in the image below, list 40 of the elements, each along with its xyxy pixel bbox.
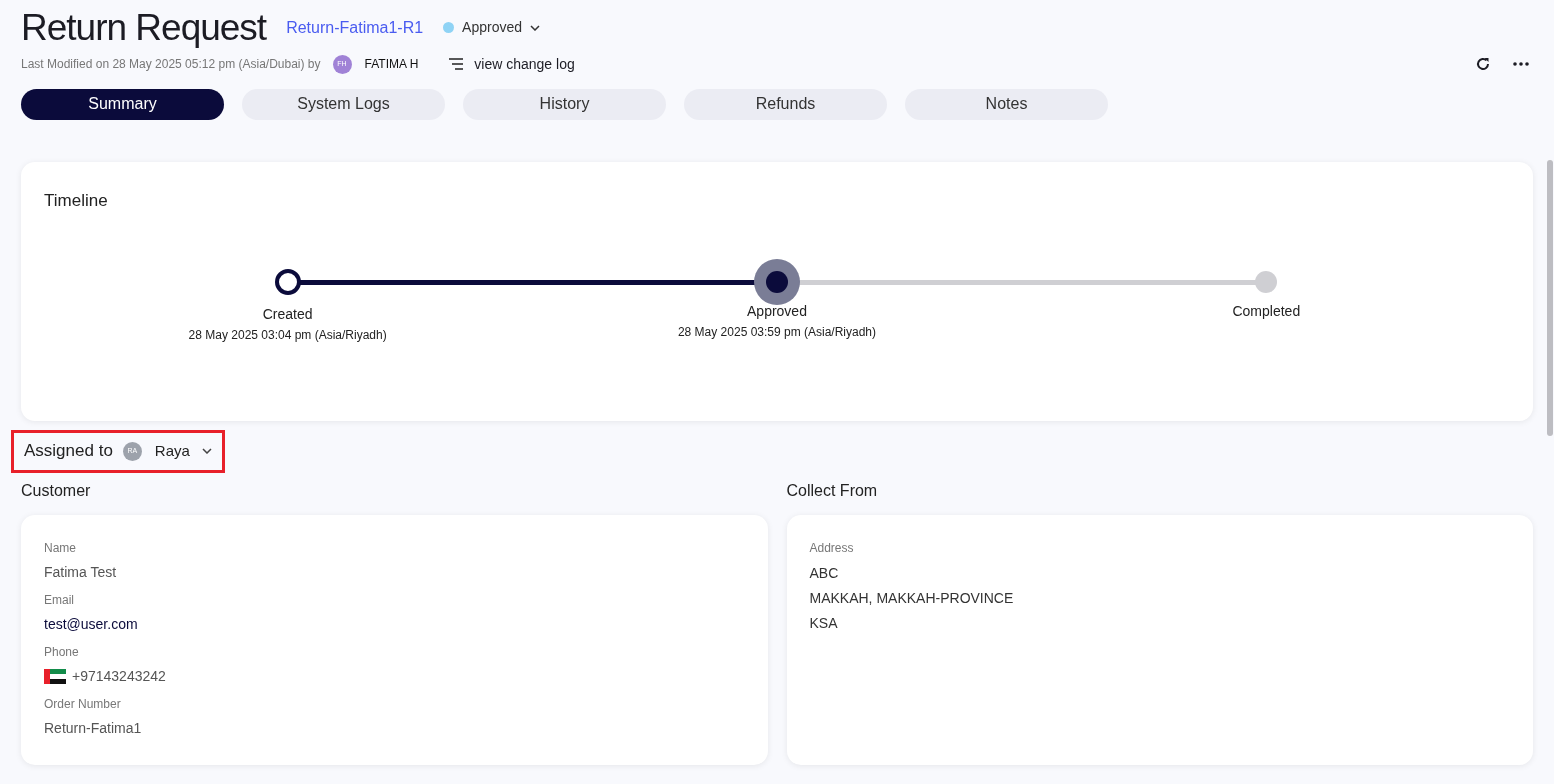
field-label: Order Number	[44, 695, 121, 713]
step-date: 28 May 2025 03:04 pm (Asia/Riyadh)	[188, 327, 387, 344]
list-icon	[448, 58, 465, 70]
user-name: FATIMA H	[364, 56, 419, 73]
change-log-link[interactable]: view change log	[448, 53, 575, 75]
tab[interactable]: Refunds	[684, 88, 887, 120]
section-heading: Collect From	[786, 480, 878, 501]
field-value: Fatima Test	[44, 562, 117, 582]
refresh-icon[interactable]	[1475, 56, 1491, 72]
page-title: Return Request	[21, 6, 267, 50]
more-icon[interactable]	[1513, 62, 1529, 66]
address-line: ABC	[809, 563, 839, 582]
step-label: Created	[262, 305, 313, 324]
field-label: Name	[44, 539, 76, 557]
step-label: Completed	[1232, 302, 1301, 321]
status-dropdown[interactable]: Approved	[443, 17, 541, 39]
chevron-down-icon	[530, 24, 541, 31]
reference-link[interactable]: Return-Fatima1-R1	[286, 15, 424, 40]
step-date: 28 May 2025 03:59 pm (Asia/Riyadh)	[677, 324, 877, 341]
chevron-down-icon	[201, 448, 212, 454]
field-value: Return-Fatima1	[44, 718, 142, 738]
field-label: Phone	[44, 643, 79, 661]
field-value[interactable]: test@user.com	[44, 613, 138, 635]
section-heading: Customer	[21, 480, 91, 501]
tab[interactable]: System Logs	[242, 88, 445, 120]
field-label: Address	[809, 539, 854, 557]
address-line: MAKKAH, MAKKAH-PROVINCE	[809, 588, 1014, 607]
flag-icon	[44, 668, 66, 684]
assigned-label: Assigned to	[24, 440, 113, 463]
scrollbar-thumb[interactable]	[1547, 160, 1553, 436]
tab[interactable]: Notes	[905, 88, 1108, 120]
last-modified-text: Last Modified on 28 May 2025 05:12 pm (Asia/Dubai) by	[21, 56, 321, 73]
card-title: Timeline	[44, 189, 108, 212]
step-label: Approved	[747, 302, 807, 321]
field-value: +97143243242	[72, 666, 166, 686]
address-line: KSA	[809, 613, 838, 632]
field-label: Email	[44, 591, 74, 609]
tab[interactable]: Summary	[21, 88, 224, 120]
tab[interactable]: History	[463, 88, 666, 120]
assignee-name: Raya	[154, 440, 190, 461]
